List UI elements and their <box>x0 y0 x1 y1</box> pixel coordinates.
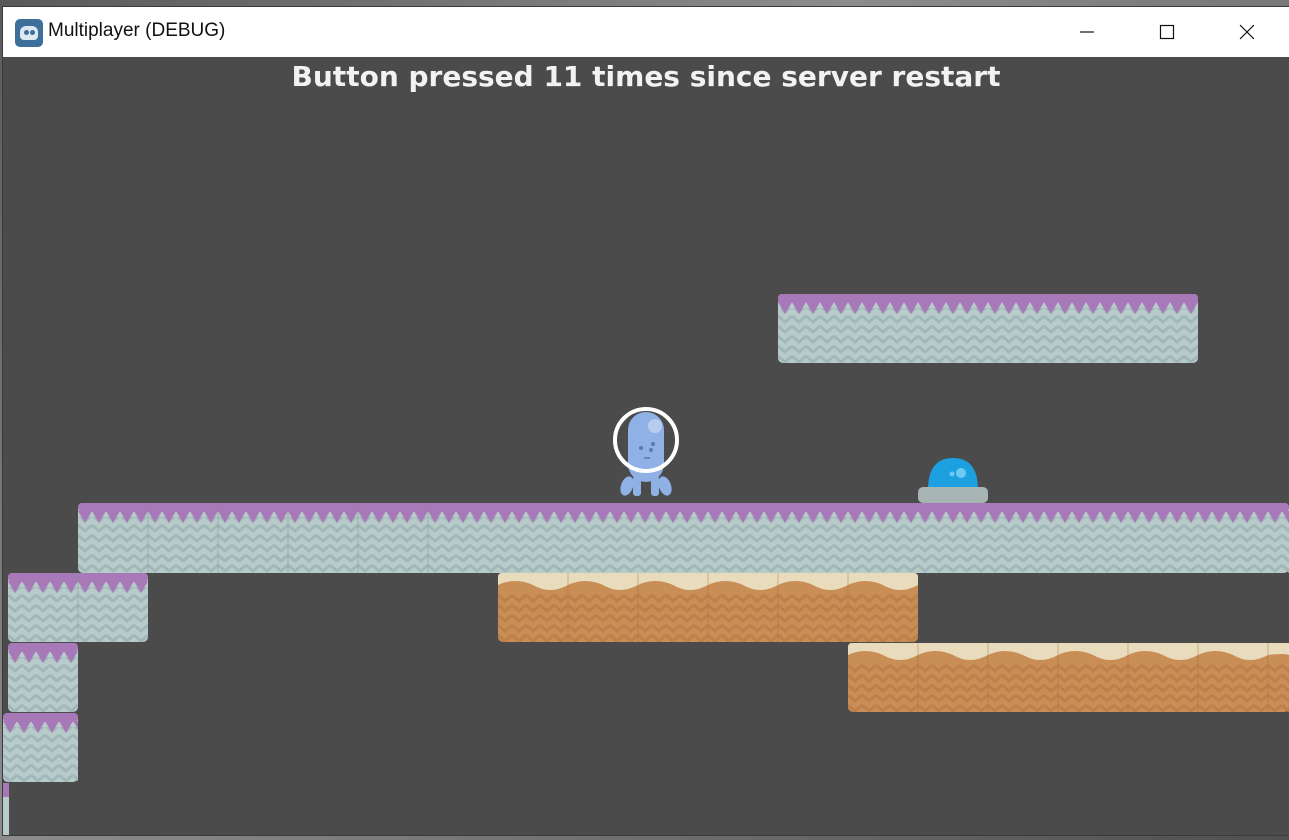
game-window: Multiplayer (DEBUG) Button pressed 11 ti… <box>3 7 1289 835</box>
press-counter-label: Button pressed 11 times since server res… <box>291 60 1001 93</box>
close-button[interactable] <box>1207 7 1287 57</box>
ice-step-3 <box>3 713 78 782</box>
godot-engine-icon <box>15 19 43 47</box>
title-bar[interactable]: Multiplayer (DEBUG) <box>3 7 1289 57</box>
upper-ice-platform <box>778 294 1198 363</box>
lower-sand-platform <box>848 643 1289 712</box>
press-button[interactable] <box>917 454 989 504</box>
window-title: Multiplayer (DEBUG) <box>48 20 226 41</box>
ice-step-1 <box>8 573 148 642</box>
minimize-button[interactable] <box>1047 7 1127 57</box>
game-viewport[interactable]: Button pressed 11 times since server res… <box>3 57 1289 835</box>
minimize-icon <box>1080 31 1094 33</box>
upper-sand-platform <box>498 573 918 642</box>
maximize-button[interactable] <box>1127 7 1207 57</box>
close-icon <box>1239 24 1255 40</box>
ice-step-4 <box>3 783 9 835</box>
player-character <box>613 407 679 496</box>
main-ice-floor <box>78 503 1289 573</box>
maximize-icon <box>1159 24 1175 40</box>
ice-step-2 <box>8 643 78 712</box>
